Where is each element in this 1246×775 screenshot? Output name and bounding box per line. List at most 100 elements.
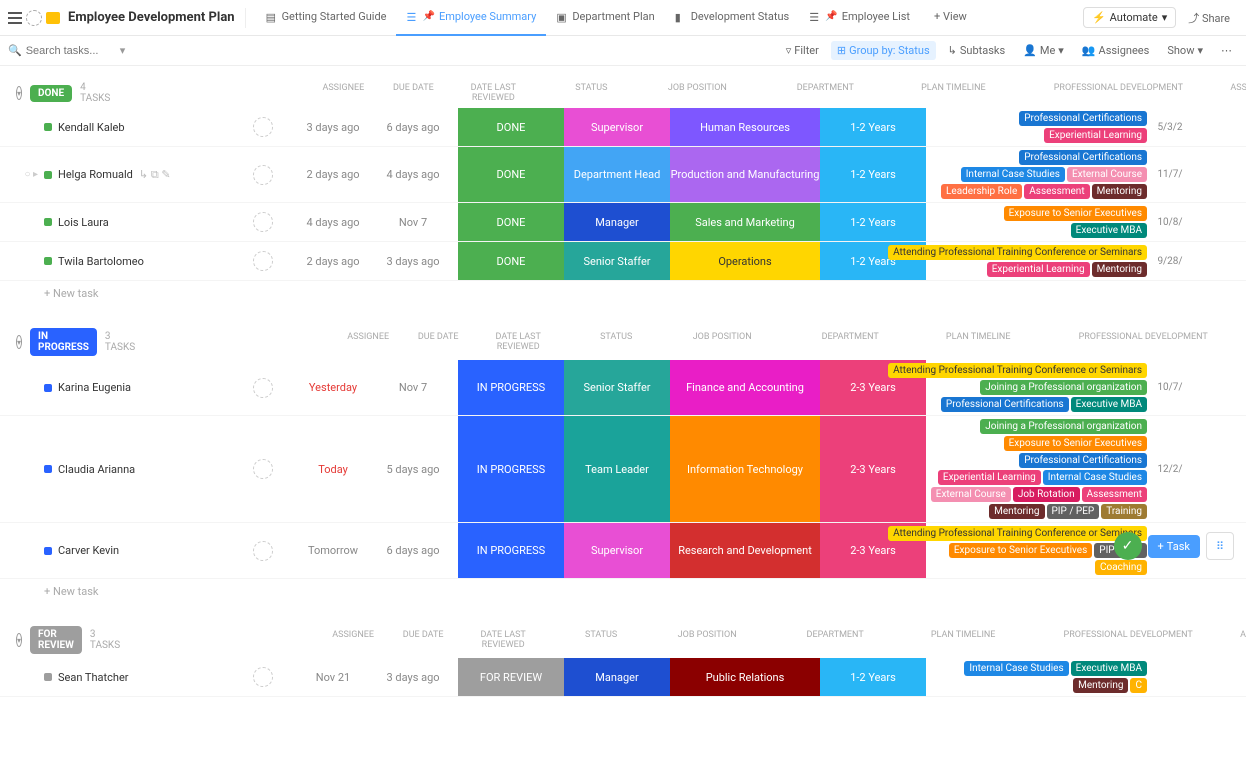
job-position-cell[interactable]: Senior Staffer bbox=[564, 242, 670, 280]
department-cell[interactable]: Operations bbox=[670, 242, 820, 280]
department-cell[interactable]: Human Resources bbox=[670, 108, 820, 146]
status-badge[interactable]: FOR REVIEW bbox=[30, 626, 82, 654]
help-button[interactable]: ✓ bbox=[1114, 532, 1142, 560]
status-cell[interactable]: IN PROGRESS bbox=[458, 523, 564, 578]
search-input[interactable] bbox=[26, 45, 116, 57]
department-cell[interactable]: Public Relations bbox=[670, 658, 820, 696]
professional-development-cell[interactable]: Attending Professional Training Conferen… bbox=[926, 242, 1150, 280]
assignees-button[interactable]: 👥 Assignees bbox=[1076, 41, 1156, 60]
pd-tag[interactable]: Exposure to Senior Executives bbox=[1004, 436, 1147, 451]
subtasks-button[interactable]: ↳ Subtasks bbox=[942, 41, 1012, 60]
status-cell[interactable]: DONE bbox=[458, 108, 564, 146]
avatar-icon[interactable] bbox=[253, 117, 273, 137]
avatar-icon[interactable] bbox=[253, 459, 273, 479]
pd-tag[interactable]: Internal Case Studies bbox=[964, 661, 1068, 676]
avatar-icon[interactable] bbox=[253, 541, 273, 561]
task-row[interactable]: Sean Thatcher Nov 21 3 days ago FOR REVI… bbox=[0, 658, 1246, 697]
pd-tag[interactable]: C bbox=[1130, 678, 1147, 693]
department-cell[interactable]: Production and Manufacturing bbox=[670, 147, 820, 202]
status-badge[interactable]: IN PROGRESS bbox=[30, 328, 97, 356]
assignee-cell[interactable] bbox=[228, 360, 298, 415]
job-position-cell[interactable]: Supervisor bbox=[564, 108, 670, 146]
pd-tag[interactable]: Attending Professional Training Conferen… bbox=[888, 245, 1147, 260]
search-box[interactable]: 🔍 ▾ bbox=[8, 44, 125, 57]
date-reviewed-cell[interactable]: Nov 7 bbox=[368, 360, 458, 415]
task-name-cell[interactable]: Twila Bartolomeo bbox=[38, 242, 228, 280]
status-cell[interactable]: DONE bbox=[458, 242, 564, 280]
add-view-button[interactable]: + View bbox=[924, 0, 977, 36]
due-date-cell[interactable]: Nov 21 bbox=[298, 658, 368, 696]
plan-timeline-cell[interactable]: 1-2 Years bbox=[820, 147, 926, 202]
assignee-cell[interactable] bbox=[228, 242, 298, 280]
row-controls[interactable] bbox=[0, 242, 38, 280]
pd-tag[interactable]: Experiential Learning bbox=[1044, 128, 1147, 143]
due-date-cell[interactable]: 3 days ago bbox=[298, 108, 368, 146]
assignee-cell[interactable] bbox=[228, 523, 298, 578]
collapse-icon[interactable]: ▾ bbox=[16, 335, 22, 349]
row-controls[interactable] bbox=[0, 658, 38, 696]
assessment-cell[interactable]: 10/7/ bbox=[1150, 360, 1190, 415]
group-by-button[interactable]: ⊞ Group by: Status bbox=[831, 41, 936, 60]
job-position-cell[interactable]: Team Leader bbox=[564, 416, 670, 522]
due-date-cell[interactable]: Yesterday bbox=[298, 360, 368, 415]
avatar-icon[interactable] bbox=[253, 165, 273, 185]
task-name-cell[interactable]: Lois Laura bbox=[38, 203, 228, 241]
row-controls[interactable]: ○ ▸ bbox=[0, 147, 38, 202]
view-tab-employee-list[interactable]: ☰📌Employee List bbox=[799, 0, 920, 36]
avatar-icon[interactable] bbox=[253, 378, 273, 398]
assignee-cell[interactable] bbox=[228, 147, 298, 202]
view-tab-development-status[interactable]: ▮Development Status bbox=[665, 0, 800, 36]
avatar-icon[interactable] bbox=[253, 251, 273, 271]
pd-tag[interactable]: Executive MBA bbox=[1071, 397, 1147, 412]
department-cell[interactable]: Sales and Marketing bbox=[670, 203, 820, 241]
status-cell[interactable]: FOR REVIEW bbox=[458, 658, 564, 696]
date-reviewed-cell[interactable]: 3 days ago bbox=[368, 242, 458, 280]
avatar-icon[interactable] bbox=[253, 667, 273, 687]
new-task-link[interactable]: + New task bbox=[0, 281, 1246, 306]
pd-tag[interactable]: External Course bbox=[1067, 167, 1147, 182]
status-cell[interactable]: IN PROGRESS bbox=[458, 416, 564, 522]
assessment-cell[interactable]: 9/28/ bbox=[1150, 242, 1190, 280]
professional-development-cell[interactable]: Professional CertificationsInternal Case… bbox=[926, 147, 1150, 202]
task-row[interactable]: Kendall Kaleb 3 days ago 6 days ago DONE… bbox=[0, 108, 1246, 147]
assignee-cell[interactable] bbox=[228, 416, 298, 522]
task-row[interactable]: Karina Eugenia Yesterday Nov 7 IN PROGRE… bbox=[0, 360, 1246, 416]
row-action-icons[interactable]: ↳ ⧉ ✎ bbox=[139, 168, 171, 182]
task-name-cell[interactable]: Sean Thatcher bbox=[38, 658, 228, 696]
row-controls[interactable] bbox=[0, 203, 38, 241]
task-name-cell[interactable]: Kendall Kaleb bbox=[38, 108, 228, 146]
date-reviewed-cell[interactable]: 3 days ago bbox=[368, 658, 458, 696]
plan-timeline-cell[interactable]: 2-3 Years bbox=[820, 416, 926, 522]
pd-tag[interactable]: Joining a Professional organization bbox=[980, 419, 1147, 434]
task-row[interactable]: Lois Laura 4 days ago Nov 7 DONE Manager… bbox=[0, 203, 1246, 242]
professional-development-cell[interactable]: Attending Professional Training Conferen… bbox=[926, 360, 1150, 415]
professional-development-cell[interactable]: Exposure to Senior ExecutivesExecutive M… bbox=[926, 203, 1150, 241]
pd-tag[interactable]: Assessment bbox=[1024, 184, 1089, 199]
due-date-cell[interactable]: Tomorrow bbox=[298, 523, 368, 578]
date-reviewed-cell[interactable]: 4 days ago bbox=[368, 147, 458, 202]
pd-tag[interactable]: Professional Certifications bbox=[1019, 453, 1147, 468]
job-position-cell[interactable]: Senior Staffer bbox=[564, 360, 670, 415]
pd-tag[interactable]: Mentoring bbox=[989, 504, 1044, 519]
assignee-cell[interactable] bbox=[228, 203, 298, 241]
pd-tag[interactable]: Executive MBA bbox=[1071, 223, 1147, 238]
department-cell[interactable]: Information Technology bbox=[670, 416, 820, 522]
row-controls[interactable] bbox=[0, 523, 38, 578]
new-task-button[interactable]: + Task bbox=[1148, 535, 1200, 558]
pd-tag[interactable]: PIP / PEP bbox=[1047, 504, 1100, 519]
pd-tag[interactable]: Job Rotation bbox=[1013, 487, 1080, 502]
task-row[interactable]: ○ ▸ Helga Romuald ↳ ⧉ ✎ 2 days ago 4 day… bbox=[0, 147, 1246, 203]
assessment-cell[interactable]: 11/7/ bbox=[1150, 147, 1190, 202]
pd-tag[interactable]: Attending Professional Training Conferen… bbox=[888, 363, 1147, 378]
due-date-cell[interactable]: Today bbox=[298, 416, 368, 522]
assessment-cell[interactable] bbox=[1150, 658, 1190, 696]
chevron-down-icon[interactable]: ▾ bbox=[120, 44, 126, 57]
pd-tag[interactable]: Professional Certifications bbox=[941, 397, 1069, 412]
assignee-cell[interactable] bbox=[228, 658, 298, 696]
assessment-cell[interactable]: 12/2/ bbox=[1150, 416, 1190, 522]
pd-tag[interactable]: Executive MBA bbox=[1071, 661, 1147, 676]
professional-development-cell[interactable]: Joining a Professional organization Expos… bbox=[926, 416, 1150, 522]
pd-tag[interactable]: Coaching bbox=[1095, 560, 1147, 575]
pd-tag[interactable]: Internal Case Studies bbox=[1043, 470, 1147, 485]
new-task-link[interactable]: + New task bbox=[0, 579, 1246, 604]
